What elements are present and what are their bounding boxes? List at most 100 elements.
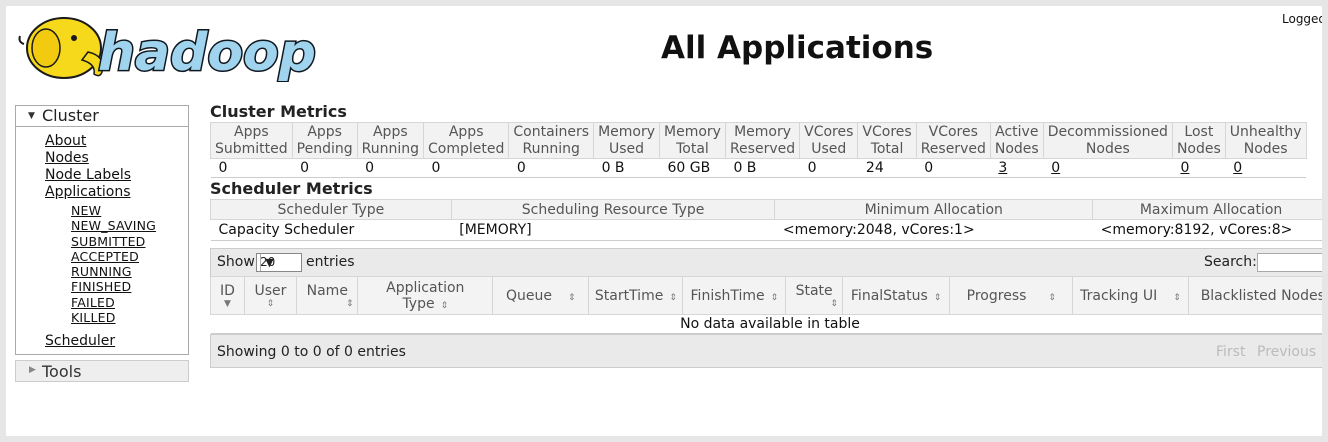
cluster-metric-value: 0	[292, 158, 358, 178]
cluster-metric-header: Unhealthy Nodes	[1224, 122, 1307, 159]
cluster-metric-link[interactable]: 0	[1051, 160, 1060, 176]
tools-header-label: Tools	[42, 362, 82, 382]
cluster-metric-header: Memory Used	[593, 122, 661, 159]
sort-icon: ⇕	[933, 292, 942, 303]
cluster-metric-link[interactable]: 0	[1180, 160, 1189, 176]
cluster-metric-header: Containers Running	[508, 122, 595, 159]
col-application-type[interactable]: Application Type ⇕	[357, 276, 494, 315]
elephant-icon	[18, 17, 104, 79]
search-input[interactable]	[1257, 253, 1322, 272]
sort-icon: ⇕	[1048, 292, 1056, 303]
sort-icon: ⇕	[830, 298, 838, 309]
cluster-metric-header: Apps Completed	[422, 122, 510, 159]
cluster-metric-value: 0	[357, 158, 424, 178]
cluster-metric-header: Memory Total	[659, 122, 726, 159]
cluster-metrics-table: Apps Submitted Apps Pending Apps Running Apps C…	[210, 122, 1307, 178]
col-start-time[interactable]: StartTime ⇕	[588, 276, 684, 315]
cluster-metric-header: Memory Reserved	[724, 122, 801, 159]
cluster-metric-header: VCores Reserved	[915, 122, 991, 159]
cluster-metrics-title: Cluster Metrics	[210, 102, 347, 121]
apps-table-toolbar: Show 20 ▼ entries Search:	[210, 248, 1322, 276]
cluster-header[interactable]: ▼ Cluster	[16, 106, 188, 127]
logo-wordmark: hadoop	[98, 23, 316, 82]
cluster-section: ▼ Cluster About Nodes Node Labels Applic…	[15, 105, 189, 356]
empty-table-message: No data available in table	[210, 314, 1322, 334]
page-title: All Applications	[661, 30, 934, 66]
main-content: Cluster Metrics Apps Submitted Apps Pending…	[210, 101, 1322, 368]
cluster-metric-value: 0	[423, 158, 509, 178]
table-info: Showing 0 to 0 of 0 entries	[217, 344, 406, 360]
applications-table: ID ▼ User ⇕ Name ⇕ Application Type ⇕ Queue ⇕…	[210, 276, 1322, 334]
sort-icon: ⇕	[266, 298, 275, 309]
search-label: Search:	[1204, 254, 1257, 270]
col-name[interactable]: Name ⇕	[296, 276, 359, 315]
nav-state-running[interactable]: RUNNING	[71, 264, 188, 279]
cluster-metric-value: 0	[1172, 158, 1226, 178]
nav-state-accepted[interactable]: ACCEPTED	[71, 249, 188, 264]
cluster-metric-header: Apps Submitted	[210, 122, 293, 159]
col-tracking-ui[interactable]: Tracking UI ⇕	[1072, 276, 1189, 315]
logged-in-text: Logged in as: dr.who	[1282, 12, 1322, 26]
col-state[interactable]: State ⇕	[785, 276, 843, 315]
cluster-metric-value: 0	[916, 158, 991, 178]
sort-icon: ⇕	[770, 292, 779, 303]
scheduler-type-value: Capacity Scheduler	[210, 219, 452, 241]
nav-link-scheduler[interactable]: Scheduler	[45, 333, 188, 350]
maximum-allocation-value: <memory:8192, vCores:8>	[1092, 219, 1322, 241]
nav-link-about[interactable]: About	[45, 133, 188, 150]
cluster-metric-header: Lost Nodes	[1171, 122, 1226, 159]
nav-state-finished[interactable]: FINISHED	[71, 279, 188, 294]
caret-down-icon: ▼	[28, 111, 35, 121]
apps-table-footer: Showing 0 to 0 of 0 entries First Previo…	[210, 334, 1322, 368]
cluster-metric-value: 0	[210, 158, 293, 178]
minimum-allocation-header: Minimum Allocation	[774, 199, 1094, 220]
sort-icon: ⇕	[345, 298, 354, 309]
app-state-list: NEW NEW_SAVING SUBMITTED ACCEPTED RUNNIN…	[45, 201, 188, 333]
cluster-metric-value: 0 B	[593, 158, 660, 178]
nav-link-applications[interactable]: Applications	[45, 184, 188, 201]
chevron-down-icon: ▼	[260, 254, 278, 271]
sort-icon: ⇕	[1173, 292, 1181, 303]
nav-state-new[interactable]: NEW	[71, 203, 188, 218]
tools-header[interactable]: ▶ Tools	[15, 360, 189, 383]
caret-right-icon: ▶	[29, 365, 36, 376]
col-progress[interactable]: Progress ⇕	[949, 276, 1074, 315]
col-id[interactable]: ID ▼	[210, 276, 245, 315]
nav-state-killed[interactable]: KILLED	[71, 310, 188, 325]
previous-page-button[interactable]: Previous	[1257, 344, 1316, 360]
nav-link-nodes[interactable]: Nodes	[45, 150, 188, 167]
nav-state-new-saving[interactable]: NEW_SAVING	[71, 218, 188, 233]
col-blacklisted-nodes[interactable]: Blacklisted Nodes	[1187, 276, 1322, 315]
hadoop-logo: hadoop	[18, 17, 316, 82]
cluster-metric-link[interactable]: 3	[998, 160, 1007, 176]
first-page-button[interactable]: First	[1216, 344, 1245, 360]
cluster-metric-value: 60 GB	[659, 158, 726, 178]
nav-state-failed[interactable]: FAILED	[71, 295, 188, 310]
cluster-metric-header: VCores Used	[799, 122, 859, 159]
cluster-metric-value: 0	[508, 158, 594, 178]
cluster-header-label: Cluster	[42, 106, 99, 125]
scheduling-resource-type-header: Scheduling Resource Type	[450, 199, 776, 220]
sort-icon: ⇕	[440, 300, 449, 311]
col-finish-time[interactable]: FinishTime ⇕	[682, 276, 787, 315]
cluster-metric-value: 3	[990, 158, 1044, 178]
cluster-metric-value: 0	[1043, 158, 1173, 178]
sort-icon: ⇕	[567, 292, 576, 303]
cluster-metric-header: Apps Pending	[291, 122, 358, 159]
maximum-allocation-header: Maximum Allocation	[1092, 199, 1322, 220]
cluster-metric-link[interactable]: 0	[1233, 160, 1242, 176]
col-queue[interactable]: Queue ⇕	[492, 276, 590, 315]
nav-link-node-labels[interactable]: Node Labels	[45, 167, 188, 184]
nav-state-submitted[interactable]: SUBMITTED	[71, 234, 188, 249]
cluster-metric-value: 0	[1225, 158, 1307, 178]
cluster-metric-header: Active Nodes	[989, 122, 1044, 159]
sort-desc-icon: ▼	[223, 298, 231, 309]
col-final-status[interactable]: FinalStatus ⇕	[841, 276, 951, 315]
page-length-select[interactable]: 20 ▼	[256, 253, 302, 272]
minimum-allocation-value: <memory:2048, vCores:1>	[774, 219, 1093, 241]
cluster-metric-value: 0 B	[725, 158, 800, 178]
cluster-metric-header: Decommissioned Nodes	[1042, 122, 1173, 159]
col-user[interactable]: User ⇕	[243, 276, 298, 315]
page-frame: hadoop All Applications Logged in as: dr…	[6, 6, 1322, 436]
cluster-metric-value: 0	[799, 158, 858, 178]
